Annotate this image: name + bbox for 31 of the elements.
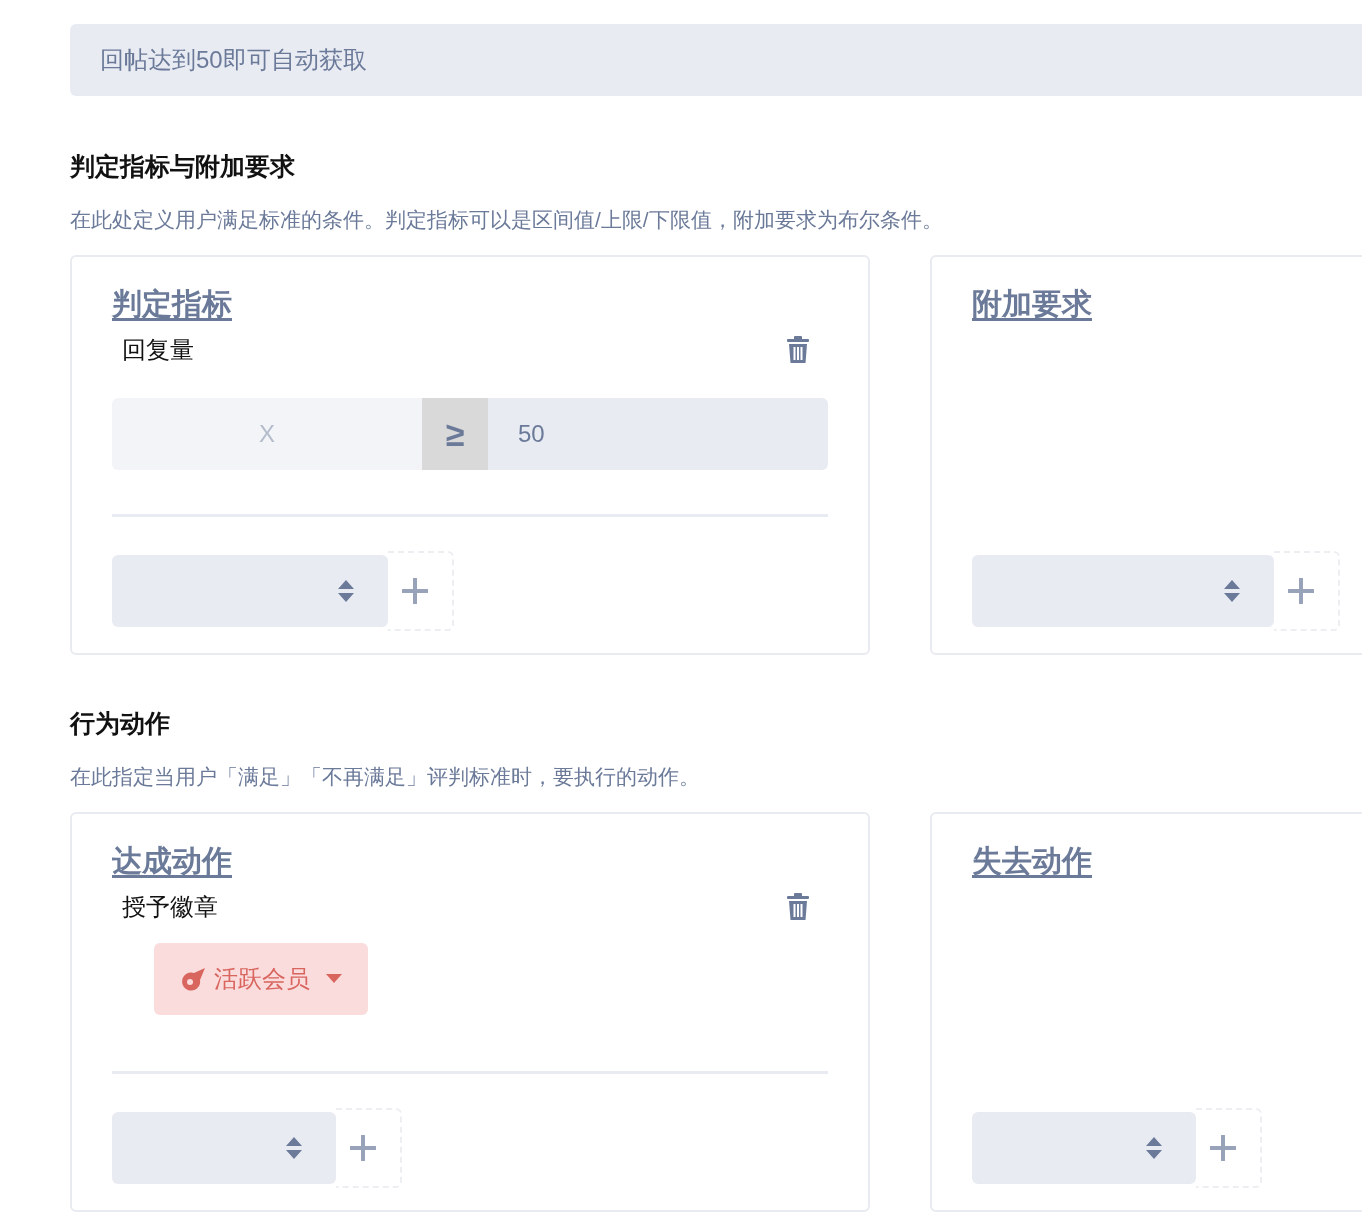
item-label: 回复量 xyxy=(122,335,194,365)
trash-icon[interactable] xyxy=(786,336,810,364)
panel-title[interactable]: 失去动作 xyxy=(972,838,1092,883)
caret-icon xyxy=(326,974,342,984)
plus-icon xyxy=(1210,1135,1236,1161)
value-field[interactable]: 50 xyxy=(488,398,828,470)
operator-selector[interactable]: ≥ xyxy=(422,398,488,470)
sort-arrows-icon xyxy=(338,580,354,602)
add-button[interactable] xyxy=(388,551,454,631)
trash-icon[interactable] xyxy=(786,893,810,921)
add-button[interactable] xyxy=(1274,551,1340,631)
plus-icon xyxy=(402,578,428,604)
section-title: 判定指标与附加要求 xyxy=(70,151,296,182)
add-button[interactable] xyxy=(1196,1108,1262,1188)
badge-dropdown[interactable]: 活跃会员 xyxy=(154,943,368,1015)
item-label: 授予徽章 xyxy=(122,892,218,922)
panel-title[interactable]: 判定指标 xyxy=(112,281,232,326)
notice-banner: 回帖达到50即可自动获取 xyxy=(70,24,1362,96)
sort-arrows-icon xyxy=(1224,580,1240,602)
panel-title[interactable]: 达成动作 xyxy=(112,838,232,883)
add-button[interactable] xyxy=(336,1108,402,1188)
section-title: 行为动作 xyxy=(70,708,171,739)
variable-field[interactable]: X xyxy=(112,398,422,470)
plus-icon xyxy=(1288,578,1314,604)
section-description: 在此处定义用户满足标准的条件。判定指标可以是区间值/上限/下限值，附加要求为布尔条件。 xyxy=(70,206,944,233)
sort-arrows-icon xyxy=(1146,1137,1162,1159)
panel-title[interactable]: 附加要求 xyxy=(972,281,1092,326)
plus-icon xyxy=(350,1135,376,1161)
sort-arrows-icon xyxy=(286,1137,302,1159)
section-description: 在此指定当用户「满足」「不再满足」评判标准时，要执行的动作。 xyxy=(70,763,701,790)
comet-icon xyxy=(180,967,206,991)
